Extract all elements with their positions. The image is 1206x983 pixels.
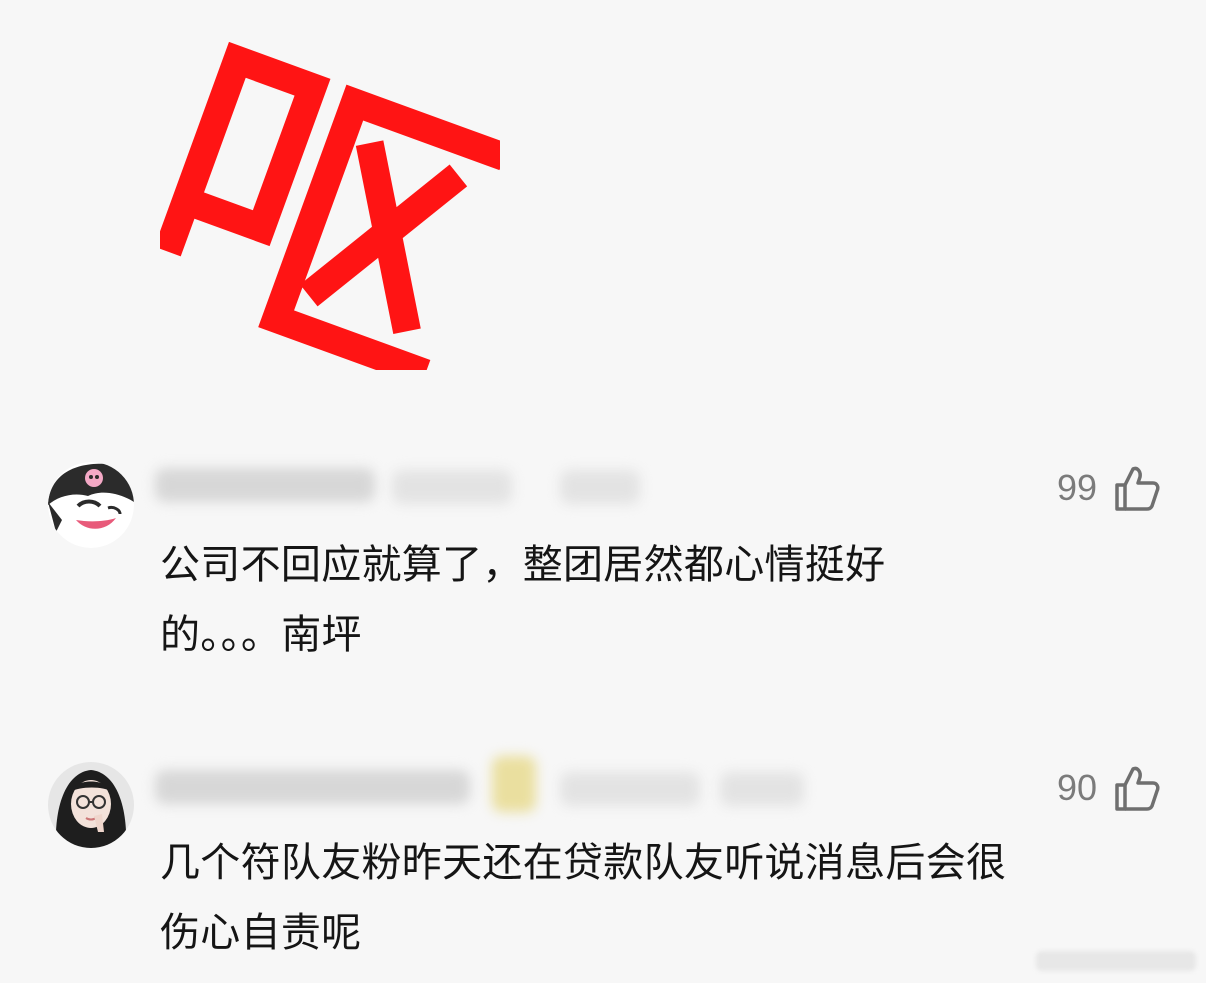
comment-text-line: 几个符队友粉昨天还在贷款队友听说消息后会很 xyxy=(160,840,1007,886)
blurred-location xyxy=(560,470,640,504)
thumbs-up-icon xyxy=(1115,466,1160,511)
cartoon-character-icon xyxy=(48,462,134,548)
blurred-badge xyxy=(492,756,536,812)
like-button[interactable]: 90 xyxy=(1056,766,1161,811)
comment-text: 公司不回应就算了，整团居然都心情挺好 的。。。南坪 xyxy=(160,530,1040,670)
avatar[interactable] xyxy=(48,762,134,848)
blurred-username xyxy=(155,468,375,502)
watermark xyxy=(1036,951,1196,971)
blurred-timestamp xyxy=(560,772,700,806)
avatar[interactable] xyxy=(48,462,134,548)
girl-photo-icon xyxy=(48,762,134,848)
like-count: 90 xyxy=(1056,767,1097,808)
vomit-sticker xyxy=(154,30,510,387)
thumbs-up-icon xyxy=(1115,766,1160,811)
blurred-location xyxy=(720,772,804,806)
comment-text: 几个符队友粉昨天还在贷款队友听说消息后会很 伤心自责呢 xyxy=(160,828,1170,968)
like-button[interactable]: 99 xyxy=(1056,466,1161,511)
comment-text-line: 公司不回应就算了，整团居然都心情挺好 xyxy=(160,542,886,588)
like-count: 99 xyxy=(1056,467,1097,508)
blurred-timestamp xyxy=(392,470,512,504)
blurred-username xyxy=(155,770,470,804)
vomit-character-icon xyxy=(154,41,510,387)
comment-text-line: 的。。。南坪 xyxy=(160,612,362,658)
comment-text-line: 伤心自责呢 xyxy=(160,910,362,956)
